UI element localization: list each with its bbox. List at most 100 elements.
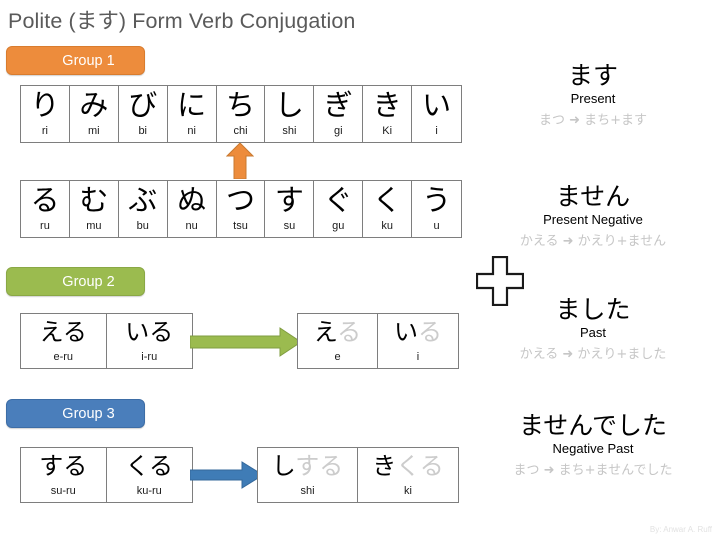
ending-kana: ませんでした xyxy=(518,411,667,440)
kana-cell: する su-ru xyxy=(21,448,107,502)
kana-cell: ぎ gi xyxy=(314,86,364,142)
kana-romaji: mi xyxy=(88,125,100,137)
kana-character: ぶ xyxy=(128,183,158,217)
kana-cell: ぐ gu xyxy=(314,181,364,237)
kana-romaji: mu xyxy=(86,220,102,232)
kana-romaji: nu xyxy=(185,220,198,232)
ending-name: Present Negative xyxy=(543,212,643,227)
group-3-result-table: しする shi きくる ki xyxy=(257,447,459,503)
kana-romaji: i-ru xyxy=(141,351,158,363)
kana-character: くる xyxy=(125,452,174,480)
kana-romaji: bu xyxy=(136,220,149,232)
ending-name: Past xyxy=(579,325,606,340)
ending-name: Present xyxy=(570,91,616,106)
kana-character: える xyxy=(39,318,87,346)
kana-character: す xyxy=(274,183,304,217)
kana-romaji: ku-ru xyxy=(136,485,162,497)
kana-cell: に ni xyxy=(168,86,217,142)
group-2-label: Group 2 xyxy=(6,267,145,296)
kana-character: に xyxy=(177,88,207,122)
kana-cell: ぶ bu xyxy=(119,181,168,237)
kana-romaji: tsu xyxy=(233,220,248,232)
kana-dropped: する xyxy=(295,452,344,480)
kana-romaji: i xyxy=(435,125,438,137)
group-2-label-text: Group 2 xyxy=(62,274,115,290)
ending-block-negative-past: ませんでした Negative Past まつ ➜ まち+ませんでした xyxy=(470,412,716,479)
group-2-source-table: える e-ru いる i-ru xyxy=(20,313,193,369)
kana-dropped: る xyxy=(418,318,442,346)
kana-cell: いる i-ru xyxy=(107,314,193,368)
kana-romaji: gi xyxy=(334,125,343,137)
ending-kana: ます xyxy=(567,61,618,90)
page-title: Polite (ます) Form Verb Conjugation xyxy=(8,9,356,33)
kana-character: する xyxy=(39,452,88,480)
kana-character: み xyxy=(79,88,109,122)
group-3-right-arrow-icon xyxy=(189,461,264,489)
kana-romaji: ki xyxy=(404,485,412,497)
kana-kept: え xyxy=(313,318,338,346)
kana-dropped: る xyxy=(337,318,362,346)
kana-romaji: e xyxy=(334,351,341,363)
kana-cell: つ tsu xyxy=(217,181,266,237)
kana-romaji: ni xyxy=(187,125,196,137)
kana-romaji: ru xyxy=(40,220,50,232)
kana-character: ち xyxy=(226,88,256,122)
kana-cell: る ru xyxy=(21,181,70,237)
group-2-result-table: える e いる i xyxy=(297,313,459,369)
kana-kept: き xyxy=(372,452,397,480)
kana-cell: す su xyxy=(265,181,315,237)
kana-romaji: e-ru xyxy=(53,351,74,363)
kana-romaji: su-ru xyxy=(50,485,76,497)
kana-romaji: shi xyxy=(300,485,315,497)
kana-cell: う u xyxy=(412,181,461,237)
kana-cell: いる i xyxy=(378,314,458,368)
kana-character: く xyxy=(372,183,402,217)
ending-block-past: ました Past かえる ➜ かえり+ました xyxy=(470,296,716,363)
kana-character: つ xyxy=(226,183,256,217)
slide-canvas: Polite (ます) Form Verb Conjugation Group … xyxy=(0,0,720,540)
kana-character: う xyxy=(422,183,452,217)
kana-character: しする xyxy=(272,454,344,478)
kana-dropped: くる xyxy=(396,452,444,480)
kana-character: ぐ xyxy=(323,183,353,217)
kana-cell: きくる ki xyxy=(358,448,458,502)
group-3-label-text: Group 3 xyxy=(62,406,115,422)
group-1-u-row-table: る ru む mu ぶ bu ぬ nu つ tsu す su ぐ gu く ku xyxy=(20,180,462,238)
group-3-label: Group 3 xyxy=(6,399,145,428)
kana-cell: く ku xyxy=(363,181,413,237)
kana-kept: い xyxy=(394,318,418,346)
kana-character: し xyxy=(274,88,304,122)
kana-cell: む mu xyxy=(70,181,119,237)
kana-kept: し xyxy=(271,452,296,480)
kana-cell: び bi xyxy=(119,86,168,142)
group-1-label-text: Group 1 xyxy=(62,53,115,69)
kana-cell: える e-ru xyxy=(21,314,107,368)
ending-block-present: ます Present まつ ➜ まち+ます xyxy=(470,62,716,129)
kana-cell: ち chi xyxy=(217,86,266,142)
kana-cell: える e xyxy=(298,314,378,368)
ending-block-present-negative: ません Present Negative かえる ➜ かえり+ません xyxy=(470,183,716,250)
kana-character: ぎ xyxy=(323,88,353,122)
kana-cell: み mi xyxy=(70,86,119,142)
kana-character: む xyxy=(79,183,109,217)
kana-romaji: ku xyxy=(381,220,393,232)
ending-example: まつ ➜ まち+ませんでした xyxy=(513,462,673,478)
kana-cell: き Ki xyxy=(363,86,413,142)
kana-character: い xyxy=(422,88,452,122)
kana-cell: し shi xyxy=(265,86,315,142)
kana-cell: くる ku-ru xyxy=(107,448,193,502)
kana-cell: り ri xyxy=(21,86,70,142)
kana-character: び xyxy=(128,88,158,122)
kana-romaji: i xyxy=(416,351,420,363)
kana-romaji: ri xyxy=(41,125,48,137)
ending-kana: ました xyxy=(555,295,631,324)
group-1-i-row-table: り ri み mi び bi に ni ち chi し shi ぎ gi き K xyxy=(20,85,462,143)
kana-romaji: u xyxy=(433,220,440,232)
group-1-up-arrow-icon xyxy=(225,142,255,180)
kana-romaji: su xyxy=(283,220,296,232)
kana-character: ぬ xyxy=(177,183,207,217)
kana-character: きくる xyxy=(372,454,444,478)
kana-cell: ぬ nu xyxy=(168,181,217,237)
kana-romaji: Ki xyxy=(382,125,393,137)
group-3-source-table: する su-ru くる ku-ru xyxy=(20,447,193,503)
